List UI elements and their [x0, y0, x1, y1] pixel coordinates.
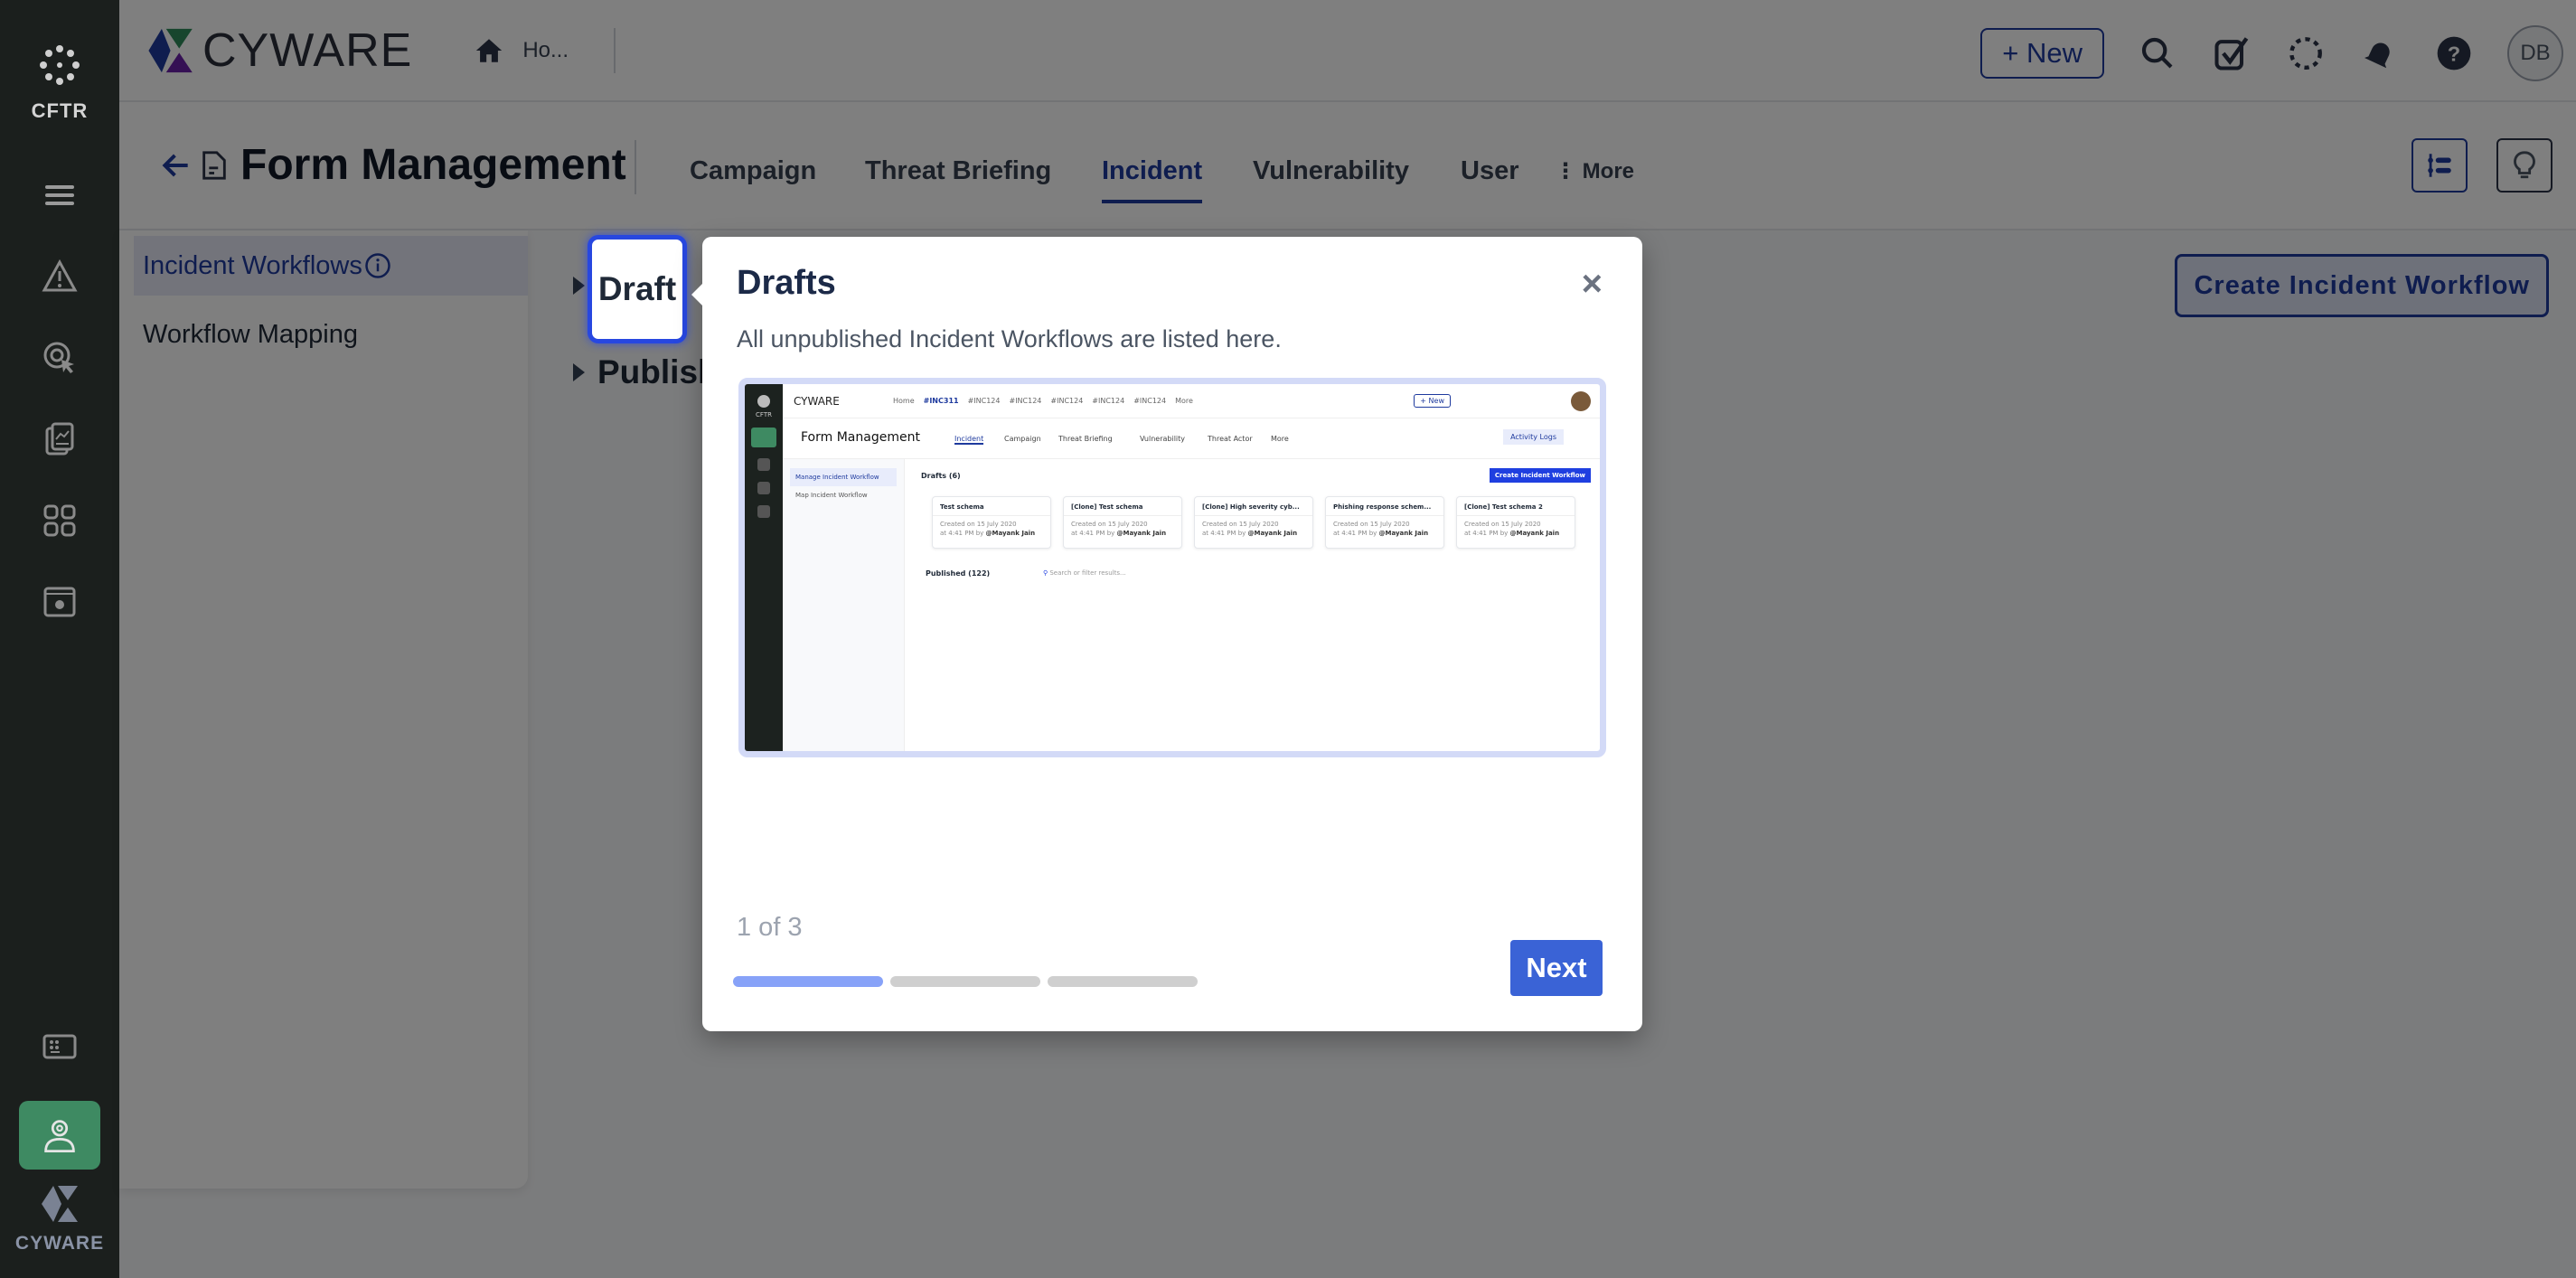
- app-rail: CFTR CYWARE: [0, 0, 119, 1278]
- preview-logo-icon: [757, 395, 770, 408]
- preview-top-tab: More: [1175, 397, 1193, 405]
- card-title: [Clone] Test schema: [1064, 497, 1181, 516]
- card-meta: Created on 15 July 2020 at 4:41 PM by @Ma…: [1202, 521, 1298, 537]
- tour-description: All unpublished Incident Workflows are l…: [737, 325, 1282, 352]
- preview-topbar: CYWARE Home #INC311 #INC124 #INC124 #INC…: [783, 384, 1600, 418]
- preview-top-tab: #INC124: [1092, 397, 1125, 405]
- progress-segment-1: [733, 976, 883, 987]
- card-title: Phishing response schem...: [1326, 497, 1443, 516]
- menu-button[interactable]: [33, 168, 87, 222]
- close-button[interactable]: ×: [1582, 264, 1603, 305]
- preview-tab: More: [1271, 435, 1289, 443]
- preview-new-button: + New: [1414, 394, 1451, 408]
- preview-tab: Threat Briefing: [1058, 435, 1113, 443]
- next-button[interactable]: Next: [1510, 940, 1603, 996]
- preview-logo: CYWARE: [794, 394, 840, 408]
- preview-draft-card: [Clone] High severity cyb... Created on 1…: [1194, 496, 1313, 549]
- preview-rail-icon: [757, 458, 770, 471]
- rail-item-apps[interactable]: [33, 493, 87, 548]
- alert-triangle-icon: [42, 258, 78, 292]
- apps-grid-icon: [43, 504, 76, 537]
- cftr-brand[interactable]: CFTR: [32, 43, 89, 123]
- tour-highlight: Draft: [588, 235, 687, 343]
- settings-window-icon: [43, 587, 76, 617]
- user-settings-icon: [44, 1120, 75, 1152]
- cftr-logo-icon: [40, 45, 80, 85]
- rail-item-reports[interactable]: [33, 412, 87, 466]
- preview-top-tab: #INC124: [967, 397, 1001, 405]
- card-meta: Created on 15 July 2020 at 4:41 PM by @Ma…: [1333, 521, 1429, 537]
- close-icon: ×: [1581, 264, 1603, 304]
- preview-top-tab: #INC311: [923, 397, 959, 405]
- preview-search: ⚲ Search or filter results...: [1043, 569, 1126, 577]
- preview-alert-icon: [751, 428, 776, 447]
- preview-published-label: Published (122): [926, 569, 991, 578]
- target-cursor-icon: [43, 342, 74, 373]
- preview-draft-card: Test schema Created on 15 July 2020 at 4:4…: [932, 496, 1051, 549]
- rail-item-settings[interactable]: [33, 575, 87, 629]
- tour-popover: Drafts × All unpublished Incident Workfl…: [691, 237, 1642, 1031]
- preview-tab: Threat Actor: [1208, 435, 1253, 443]
- preview-sidebar: Manage Incident Workflow Map Incident Wo…: [783, 459, 905, 751]
- report-icon: [45, 422, 74, 456]
- menu-icon: [45, 185, 74, 205]
- preview-avatar: [1571, 390, 1591, 411]
- cyware-rail-logo-icon: [42, 1186, 78, 1222]
- card-title: [Clone] Test schema 2: [1457, 497, 1575, 516]
- preview-top-tab: #INC124: [1050, 397, 1084, 405]
- preview-top-tab: #INC124: [1009, 397, 1042, 405]
- preview-rail-label: CFTR: [756, 411, 772, 418]
- preview-tab: Incident: [954, 435, 984, 445]
- card-meta: Created on 15 July 2020 at 4:41 PM by @Ma…: [1071, 521, 1167, 537]
- preview-title: Form Management: [801, 430, 920, 445]
- preview-create-button: Create Incident Workflow: [1489, 468, 1591, 483]
- preview-drafts-label: Drafts (6): [921, 472, 961, 480]
- preview-top-tab: Home: [893, 397, 915, 405]
- preview-page-header: Form Management Incident Campaign Threat…: [783, 418, 1600, 459]
- tour-title: Drafts: [737, 264, 836, 302]
- preview-nav-item: Manage Incident Workflow: [790, 468, 897, 486]
- rail-item-threat-actors[interactable]: [33, 331, 87, 385]
- rail-item-admin[interactable]: [19, 1101, 100, 1170]
- preview-activity-logs: Activity Logs: [1503, 429, 1564, 445]
- preview-tab: Campaign: [1004, 435, 1041, 443]
- tour-step-counter: 1 of 3: [737, 913, 803, 942]
- preview-nav-item: Map Incident Workflow: [795, 492, 868, 499]
- progress-segment-3: [1048, 976, 1198, 987]
- preview-rail: CFTR: [745, 384, 783, 751]
- preview-rail-icon: [757, 505, 770, 518]
- preview-draft-card: [Clone] Test schema 2 Created on 15 July …: [1456, 496, 1575, 549]
- rail-item-incidents[interactable]: [33, 249, 87, 304]
- card-title: [Clone] High severity cyb...: [1195, 497, 1312, 516]
- cyware-rail-label: CYWARE: [14, 1233, 105, 1254]
- rail-item-shortcuts[interactable]: [33, 1020, 87, 1074]
- tour-preview-image: CFTR CYWARE Home #INC311 #INC124 #INC124…: [738, 378, 1606, 757]
- card-meta: Created on 15 July 2020 at 4:41 PM by @Ma…: [1464, 521, 1560, 537]
- cftr-label: CFTR: [31, 99, 89, 122]
- tour-progress: [733, 976, 1205, 987]
- progress-segment-2: [890, 976, 1040, 987]
- keyboard-icon: [42, 1034, 77, 1059]
- preview-rail-icon: [757, 482, 770, 494]
- preview-top-tab: #INC124: [1133, 397, 1167, 405]
- preview-draft-card: [Clone] Test schema Created on 15 July 20…: [1063, 496, 1182, 549]
- preview-tab: Vulnerability: [1140, 435, 1186, 443]
- card-meta: Created on 15 July 2020 at 4:41 PM by @Ma…: [940, 521, 1036, 537]
- card-title: Test schema: [933, 497, 1050, 516]
- preview-draft-card: Phishing response schem... Created on 15 …: [1325, 496, 1444, 549]
